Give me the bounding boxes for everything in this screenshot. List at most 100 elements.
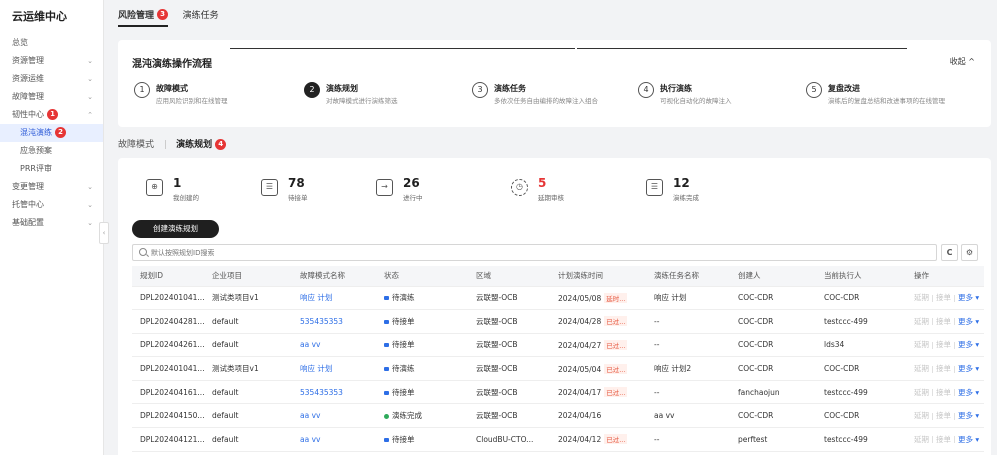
table-row[interactable]: DPL202401041... 测试类项目v1 响应 计划 待演练 云联盟-OCB 202… [132, 286, 984, 311]
table-row[interactable]: DPL202401041... 测试类项目v1 响应 计划 待演练 云联盟-OCB 202… [132, 356, 984, 381]
cell-text: CloudBU-CTO... [476, 434, 534, 444]
column-header: 规划ID [132, 266, 204, 287]
table-row[interactable]: DPL202404121... default aa vv 待接单 CloudBU-CT… [132, 427, 984, 452]
fault-mode-link[interactable]: 535435353 [300, 317, 343, 326]
accept-link[interactable]: 接单 [936, 435, 951, 444]
table-row[interactable]: DPL202404150... default aa vv 演练完成 云联盟-OCB 20… [132, 403, 984, 429]
refresh-button[interactable]: C [941, 244, 958, 261]
brand-title: 云运维中心 [12, 10, 67, 23]
cell-time: 2024/05/08 延时... [550, 286, 646, 311]
cell-mode: 响应 计划 [292, 286, 376, 311]
cell-executor: COC-CDR [816, 403, 906, 429]
delay-link[interactable]: 延期 [914, 435, 929, 444]
stat-label: 我创建的 [173, 194, 199, 202]
status-text: 待演练 [392, 364, 415, 374]
fault-mode-link[interactable]: 535435353 [300, 388, 343, 397]
table-row[interactable]: DPL202404161... default 535435353 待接单 云联盟-OC… [132, 380, 984, 405]
sidebar-item[interactable]: 总览 [0, 34, 103, 52]
status-text: 待接单 [392, 434, 415, 444]
delay-link[interactable]: 延期 [914, 340, 929, 349]
sidebar-item-label: PRR评审 [20, 164, 52, 173]
status-icon [384, 413, 389, 419]
tab-fault-modes[interactable]: 故障模式 [118, 137, 154, 150]
delay-link[interactable]: 延期 [914, 293, 929, 302]
accept-link[interactable]: 接单 [936, 411, 951, 420]
more-dropdown[interactable]: 更多 ▾ [958, 293, 979, 302]
cell-actions: 延期 接单 更多 ▾ [906, 356, 984, 381]
chevron-left-icon: ‹ [102, 229, 106, 237]
table-row[interactable]: DPL202404281... default 535435353 待接单 云联盟-OC… [132, 309, 984, 334]
sidebar-item-label: 混沌演练 [20, 128, 52, 137]
more-dropdown[interactable]: 更多 ▾ [958, 435, 979, 444]
step-desc: 可视化自动化的故障注入 [660, 97, 732, 105]
create-plan-button[interactable]: 创建演练规划 [132, 220, 219, 238]
accept-link[interactable]: 接单 [936, 364, 951, 373]
sidebar-item[interactable]: 混沌演练 2 [0, 124, 103, 142]
section-tabs: 故障模式 演练规划 4 [118, 137, 234, 150]
cell-task: -- [646, 380, 730, 405]
tab-drill-tasks[interactable]: 演练任务 [183, 8, 219, 25]
more-dropdown[interactable]: 更多 ▾ [958, 364, 979, 373]
search-box [132, 244, 937, 261]
fault-mode-link[interactable]: 响应 计划 [300, 364, 332, 373]
accept-link[interactable]: 接单 [936, 388, 951, 397]
sidebar-item[interactable]: 基础配置 ⌄ [0, 214, 103, 232]
cell-status: 待接单 [376, 427, 468, 452]
cell-task: 响应 计划2 [646, 356, 730, 381]
cell-text: DPL202404121... [140, 434, 204, 444]
step-desc: 演练后的复盘总结和改进事项的在线管理 [828, 97, 945, 105]
sidebar-item[interactable]: 资源管理 ⌄ [0, 52, 103, 70]
more-dropdown[interactable]: 更多 ▾ [958, 340, 979, 349]
more-dropdown[interactable]: 更多 ▾ [958, 411, 979, 420]
sidebar-collapse-button[interactable]: ‹ [99, 222, 109, 244]
cell-executor: testccc-499 [816, 380, 906, 405]
sidebar-item[interactable]: 变更管理 ⌄ [0, 178, 103, 196]
chevron-icon: ⌄ [87, 219, 93, 227]
accept-link[interactable]: 接单 [936, 293, 951, 302]
delay-link[interactable]: 延期 [914, 364, 929, 373]
settings-button[interactable]: ⚙ [961, 244, 978, 261]
cell-project: default [204, 333, 292, 358]
cell-text: default [212, 387, 239, 397]
cell-text: COC-CDR [738, 411, 774, 421]
tab-drill-planning[interactable]: 演练规划 4 [176, 137, 227, 150]
cell-text: 云联盟-OCB [476, 387, 518, 397]
stat-label: 演练完成 [673, 194, 699, 202]
cell-mode: aa vv [292, 427, 376, 452]
step-connector [577, 48, 742, 49]
more-dropdown[interactable]: 更多 ▾ [958, 317, 979, 326]
sidebar-item[interactable]: 资源运维 ⌄ [0, 70, 103, 88]
tab-risk-management[interactable]: 风险管理 3 [118, 8, 169, 27]
sidebar-item[interactable]: 托管中心 ⌄ [0, 196, 103, 214]
cell-text: fanchaojun [738, 387, 780, 397]
delay-link[interactable]: 延期 [914, 411, 929, 420]
stat-count: 78 [288, 176, 305, 190]
delay-link[interactable]: 延期 [914, 317, 929, 326]
fault-mode-link[interactable]: 响应 计划 [300, 293, 332, 302]
cell-status: 演练完成 [376, 403, 468, 429]
sidebar-item-label: 总览 [12, 38, 28, 47]
sidebar-item[interactable]: 应急预案 [0, 142, 103, 160]
accept-link[interactable]: 接单 [936, 317, 951, 326]
op-divider [932, 365, 933, 373]
search-input[interactable] [151, 247, 751, 259]
fault-mode-link[interactable]: aa vv [300, 411, 320, 420]
more-dropdown[interactable]: 更多 ▾ [958, 388, 979, 397]
fault-mode-link[interactable]: aa vv [300, 340, 320, 349]
clock-icon: ◷ [511, 179, 528, 196]
accept-link[interactable]: 接单 [936, 340, 951, 349]
fault-mode-link[interactable]: aa vv [300, 435, 320, 444]
sidebar-nav: 总览资源管理 ⌄ 资源运维 ⌄ 故障管理 ⌄ 韧性中心 1 ⌃ 混沌演练 2 应急预案 PRR评审变更管… [0, 34, 103, 232]
column-header: 操作 [906, 266, 984, 287]
table-row[interactable]: DPL202404261... default aa vv 待接单 云联盟-OCB 202… [132, 333, 984, 358]
sidebar-item[interactable]: 故障管理 ⌄ [0, 88, 103, 106]
op-divider [932, 412, 933, 420]
delay-link[interactable]: 延期 [914, 388, 929, 397]
cell-text: aa vv [654, 411, 675, 421]
sidebar-item[interactable]: PRR评审 [0, 160, 103, 178]
sidebar-item[interactable]: 韧性中心 1 ⌃ [0, 106, 103, 124]
flow-title: 混沌演练操作流程 [132, 59, 212, 70]
cell-text: 云联盟-OCB [476, 364, 518, 374]
step-number: 5 [806, 82, 822, 98]
flow-collapse-button[interactable]: 收起 ^ [950, 56, 975, 67]
